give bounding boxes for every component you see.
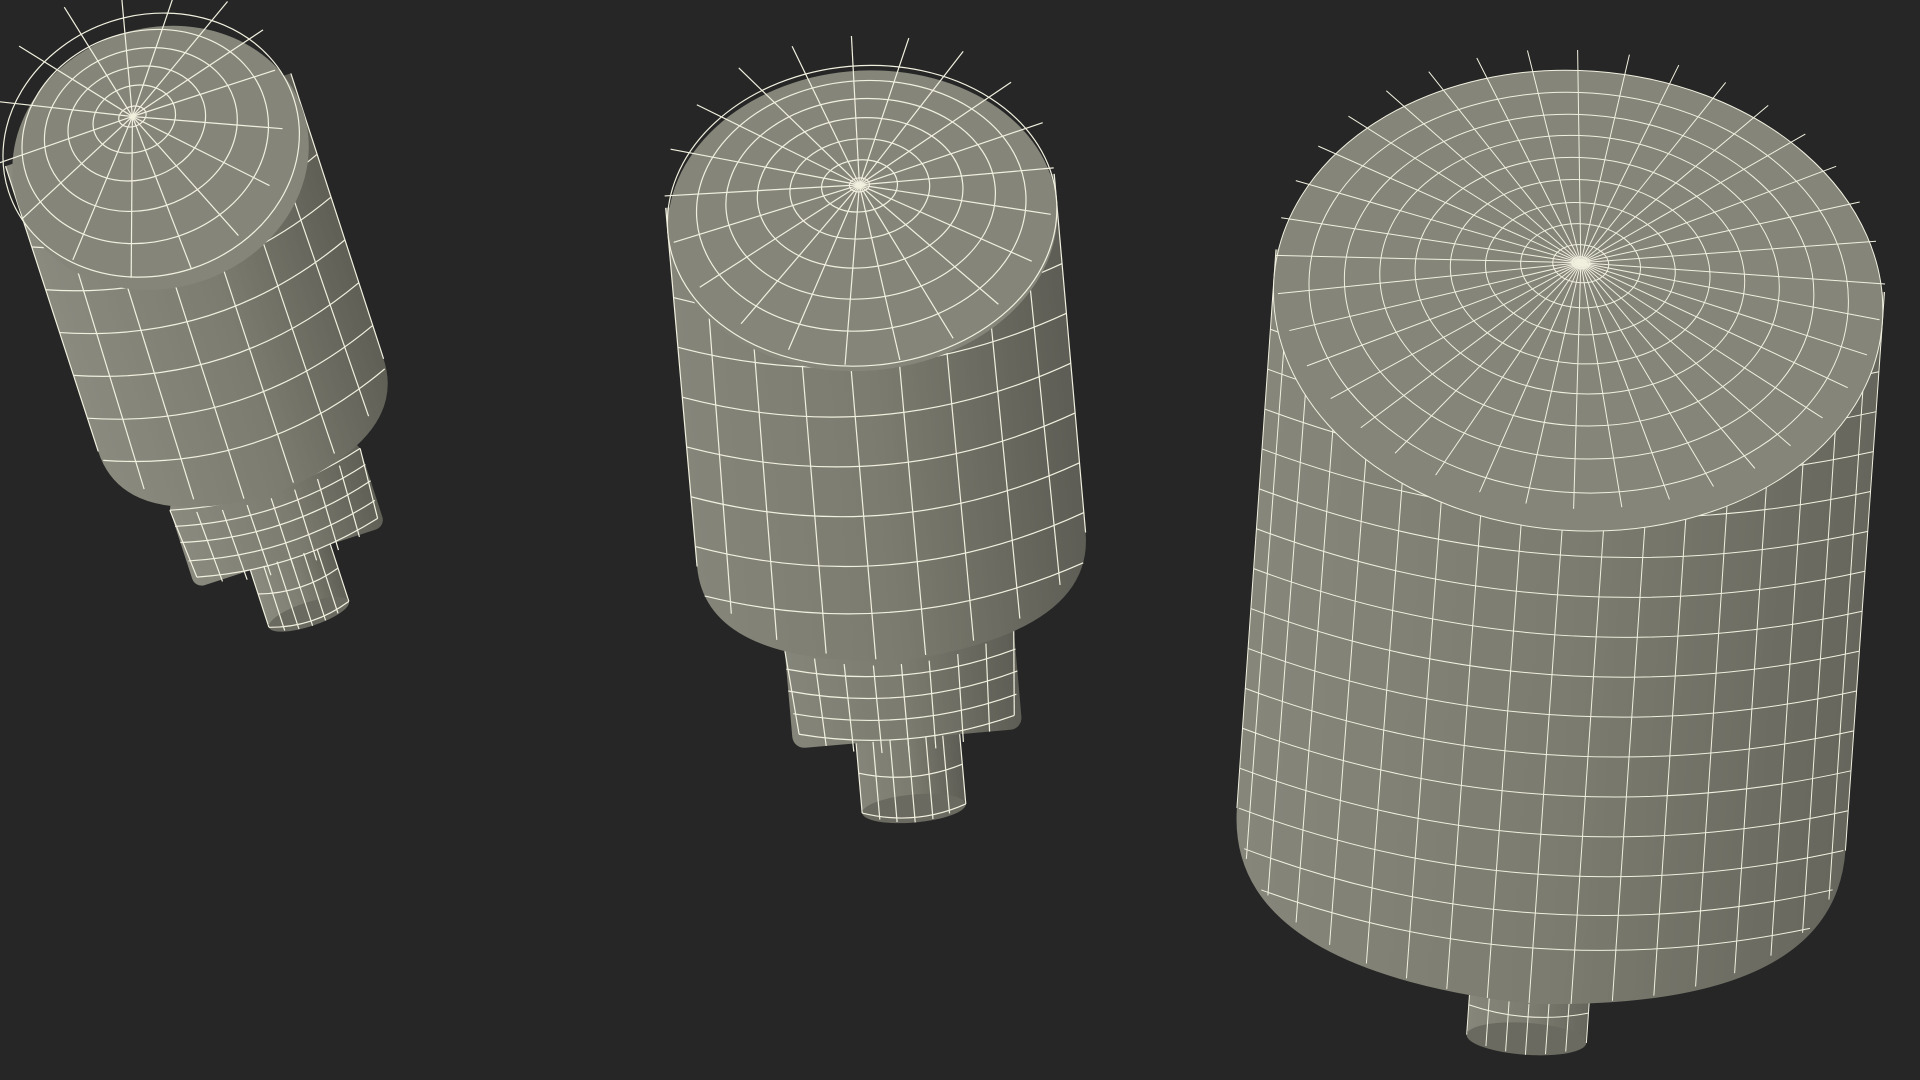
viewport-canvas [0,0,1900,1076]
model-medium[interactable] [652,19,1109,839]
model-small[interactable] [0,0,455,674]
model-large[interactable] [1221,30,1900,1076]
